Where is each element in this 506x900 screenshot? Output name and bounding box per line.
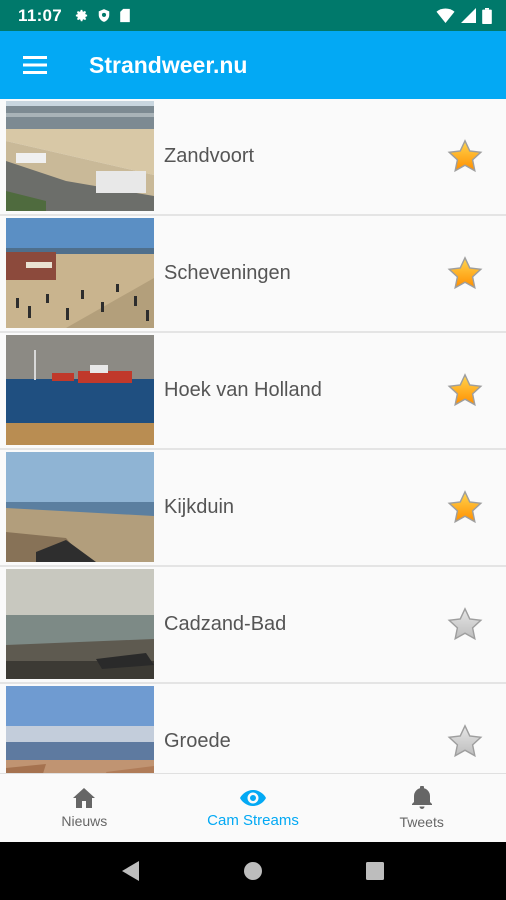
cam-name: Zandvoort (164, 145, 255, 167)
favorite-star-icon[interactable] (446, 372, 484, 410)
favorite-star-icon[interactable] (446, 138, 484, 176)
wifi-icon (436, 8, 455, 23)
status-time: 11:07 (18, 5, 63, 25)
cam-name: Cadzand-Bad (164, 613, 287, 635)
cam-stream-list: Zandvoort Scheveningen Hoek van Holland … (0, 99, 506, 773)
battery-icon (482, 7, 492, 24)
cam-row-cadzand-bad[interactable]: Cadzand-Bad (0, 567, 506, 684)
nav-item-cam-streams[interactable]: Cam Streams (169, 774, 338, 842)
cam-name: Groede (164, 730, 231, 752)
cam-row-groede[interactable]: Groede (0, 684, 506, 773)
app-bar: Strandweer.nu (0, 31, 506, 99)
recents-icon[interactable] (365, 861, 385, 881)
cam-name: Scheveningen (164, 262, 291, 284)
sd-card-icon (120, 8, 130, 23)
back-icon[interactable] (121, 860, 141, 882)
home-icon (73, 788, 96, 808)
menu-button[interactable] (0, 31, 70, 99)
status-bar: 11:07 (0, 0, 506, 31)
shield-icon (98, 9, 110, 22)
cam-thumbnail (6, 452, 154, 562)
cam-thumbnail (6, 569, 154, 679)
signal-icon (461, 8, 476, 23)
app-title: Strandweer.nu (89, 51, 248, 78)
cam-row-hoek-van-holland[interactable]: Hoek van Holland (0, 333, 506, 450)
favorite-star-icon[interactable] (446, 255, 484, 293)
favorite-star-icon[interactable] (446, 723, 484, 761)
cam-row-kijkduin[interactable]: Kijkduin (0, 450, 506, 567)
bottom-navigation: Nieuws Cam Streams Tweets (0, 773, 506, 842)
nav-item-nieuws[interactable]: Nieuws (0, 774, 169, 842)
cam-name: Kijkduin (164, 496, 235, 518)
home-circle-icon[interactable] (242, 860, 264, 882)
favorite-star-icon[interactable] (446, 489, 484, 527)
eye-icon (240, 789, 266, 806)
hamburger-menu-icon (23, 56, 47, 74)
cam-thumbnail (6, 218, 154, 328)
cam-thumbnail (6, 686, 154, 773)
nav-label: Nieuws (61, 813, 108, 829)
nav-label: Cam Streams (207, 811, 299, 829)
cam-row-scheveningen[interactable]: Scheveningen (0, 216, 506, 333)
cam-row-zandvoort[interactable]: Zandvoort (0, 99, 506, 216)
nav-label: Tweets (399, 814, 444, 830)
bell-icon (411, 786, 432, 809)
cam-thumbnail (6, 335, 154, 445)
system-navigation-bar (0, 842, 506, 900)
nav-item-tweets[interactable]: Tweets (337, 774, 506, 842)
cam-thumbnail (6, 101, 154, 211)
cam-name: Hoek van Holland (164, 379, 322, 401)
settings-icon (75, 9, 88, 22)
favorite-star-icon[interactable] (446, 606, 484, 644)
